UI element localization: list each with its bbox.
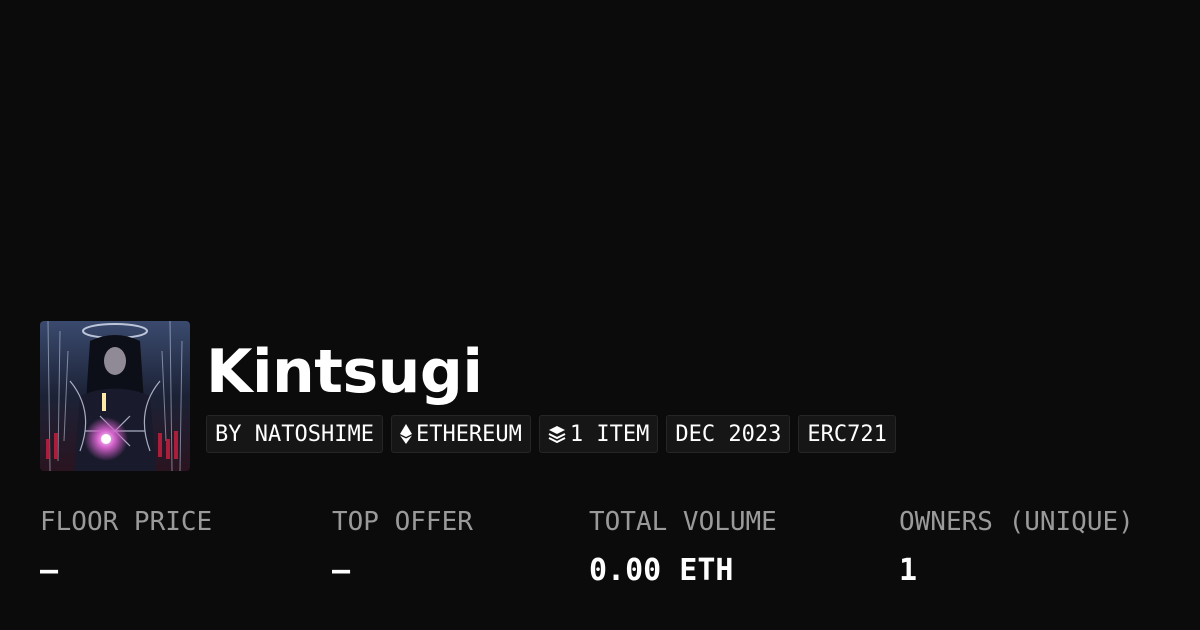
creator-badge[interactable]: BY NATOSHIME bbox=[206, 415, 383, 453]
top-offer-value: – bbox=[332, 553, 351, 588]
chain-label: ETHEREUM bbox=[415, 421, 522, 447]
top-offer-label: TOP OFFER bbox=[332, 507, 473, 537]
collection-title: Kintsugi bbox=[206, 337, 483, 407]
date-badge: DEC 2023 bbox=[666, 415, 791, 453]
floor-price-label: FLOOR PRICE bbox=[40, 507, 213, 537]
ethereum-icon bbox=[399, 424, 412, 444]
collection-badges: BY NATOSHIME ETHEREUM 1 ITEM DEC 2023 ER… bbox=[206, 415, 896, 453]
standard-badge: ERC721 bbox=[798, 415, 896, 453]
floor-price-value: – bbox=[40, 553, 59, 588]
total-volume-label: TOTAL VOLUME bbox=[589, 507, 777, 537]
owners-value: 1 bbox=[899, 553, 918, 588]
date-label: DEC 2023 bbox=[675, 421, 782, 447]
items-badge: 1 ITEM bbox=[538, 415, 659, 453]
standard-label: ERC721 bbox=[807, 421, 887, 447]
stack-icon bbox=[548, 425, 566, 443]
total-volume-stat: TOTAL VOLUME 0.00 ETH bbox=[589, 500, 777, 598]
total-volume-value: 0.00 ETH bbox=[589, 553, 734, 588]
collection-stats: FLOOR PRICE – TOP OFFER – TOTAL VOLUME 0… bbox=[40, 500, 1180, 610]
collection-thumbnail bbox=[40, 321, 190, 471]
creator-label: BY NATOSHIME bbox=[215, 421, 374, 447]
owners-label: OWNERS (UNIQUE) bbox=[899, 507, 1134, 537]
items-label: 1 ITEM bbox=[569, 421, 650, 447]
top-offer-stat: TOP OFFER – bbox=[332, 500, 473, 598]
floor-price-stat: FLOOR PRICE – bbox=[40, 500, 212, 598]
chain-badge[interactable]: ETHEREUM bbox=[390, 415, 531, 453]
collection-artwork-image bbox=[40, 321, 190, 471]
owners-stat: OWNERS (UNIQUE) 1 bbox=[899, 500, 1134, 598]
